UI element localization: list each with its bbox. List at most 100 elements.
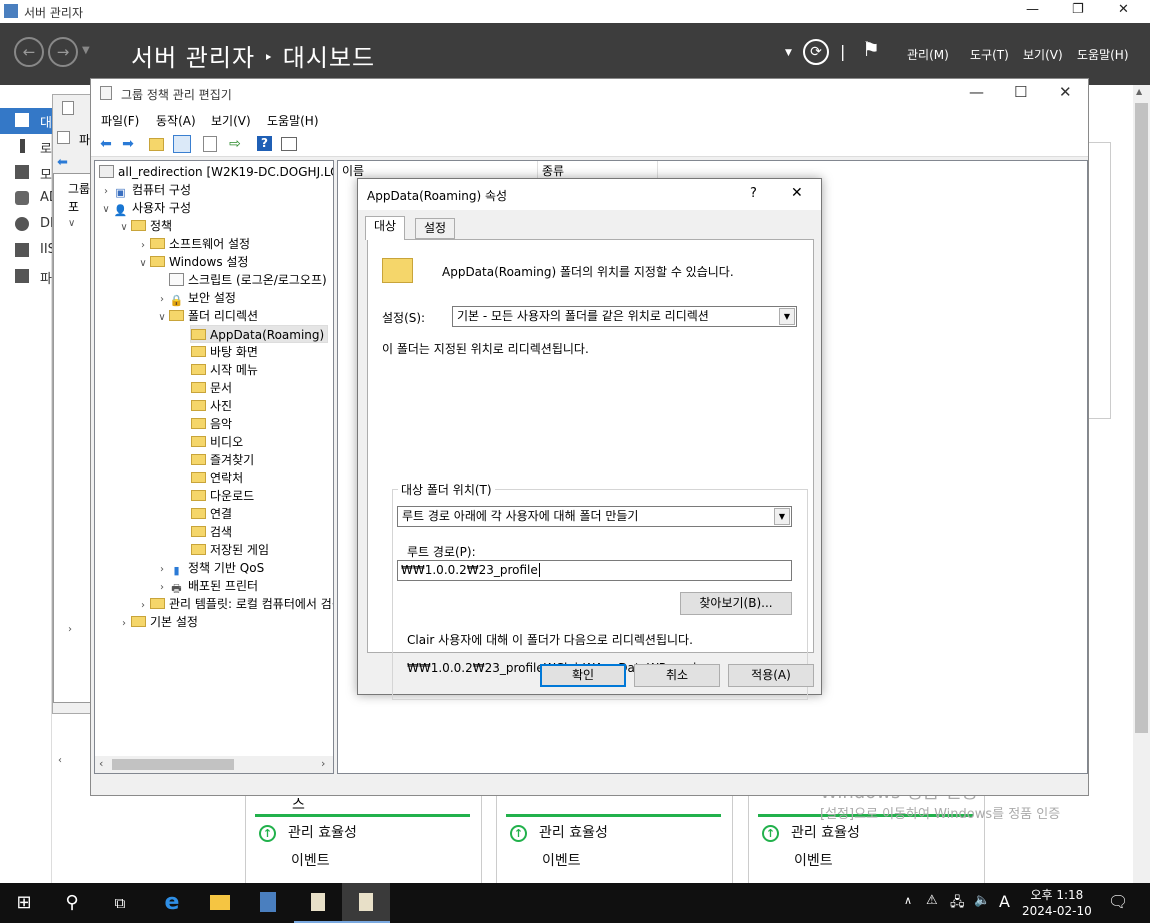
chevron-down-icon[interactable]: ∨	[68, 218, 75, 229]
scroll-thumb[interactable]	[1135, 103, 1148, 733]
menu-action[interactable]: 동작(A)	[156, 112, 196, 129]
card-row-events[interactable]: 이벤트	[542, 850, 581, 870]
sidebar-item-ad[interactable]: AD	[0, 186, 59, 212]
tree-security-settings[interactable]: › 🔒 보안 설정	[155, 289, 236, 307]
notifications-icon[interactable]: 🗨	[1108, 892, 1128, 911]
tree-user-config[interactable]: ∨ 👤 사용자 구성	[99, 199, 191, 217]
ie-icon[interactable]: e	[148, 883, 196, 923]
maximize-button[interactable]: ❐	[1072, 2, 1084, 17]
tab-settings[interactable]: 설정	[415, 218, 456, 239]
export-list-icon[interactable]: ⇨	[226, 135, 244, 153]
forward-button[interactable]: →	[48, 37, 78, 67]
volume-icon[interactable]: 🔈	[974, 893, 990, 908]
menu-help[interactable]: 도움말(H)	[1077, 46, 1129, 63]
close-button[interactable]: ✕	[1059, 83, 1072, 101]
tree-qos[interactable]: › ▮ 정책 기반 QoS	[155, 559, 264, 577]
tree-folder-appdata[interactable]: AppData(Roaming)	[190, 325, 329, 343]
cancel-button[interactable]: 취소	[634, 664, 720, 687]
tree-folder-favorites[interactable]: 즐겨찾기	[191, 451, 254, 469]
help-icon[interactable]: ?	[257, 136, 272, 151]
tree-folder-redirection[interactable]: ∨ 폴더 리디렉션	[155, 307, 258, 325]
action-center-alert-icon[interactable]: ⚠	[926, 893, 938, 908]
menu-view[interactable]: 보기(V)	[1023, 46, 1063, 63]
mmc-view-icon[interactable]	[281, 137, 297, 151]
back-button[interactable]: ←	[14, 37, 44, 67]
card-row-events[interactable]: 이벤트	[794, 850, 833, 870]
ok-button[interactable]: 확인	[540, 664, 626, 687]
notifications-flag-icon[interactable]: ⚑	[862, 37, 880, 61]
tree-software-settings[interactable]: › 소프트웨어 설정	[136, 235, 250, 253]
chevron-down-icon[interactable]: ∨	[155, 309, 169, 327]
scroll-up-icon[interactable]: ▲	[1136, 87, 1142, 96]
tree-computer-config[interactable]: › ▣ 컴퓨터 구성	[99, 181, 191, 199]
gpme-taskbar-icon[interactable]	[342, 883, 390, 923]
tree-windows-settings[interactable]: ∨ Windows 설정	[136, 253, 248, 271]
server-manager-taskbar-icon[interactable]	[244, 883, 292, 923]
tree-folder-links[interactable]: 연결	[191, 505, 232, 523]
scroll-left-icon[interactable]: ‹	[58, 755, 62, 766]
sidebar-item-iis[interactable]: IIS	[0, 238, 56, 264]
file-explorer-icon[interactable]	[196, 883, 244, 923]
help-button[interactable]: ?	[750, 186, 757, 201]
sidebar-item-dns[interactable]: DN	[0, 212, 60, 238]
show-hide-tree-icon[interactable]	[173, 135, 191, 153]
root-path-input[interactable]: ₩₩1.0.0.2₩23_profile	[397, 560, 792, 581]
tree-printers[interactable]: › 🖶 배포된 프린터	[155, 577, 258, 595]
chevron-down-icon[interactable]: ∨	[99, 201, 113, 219]
apply-button[interactable]: 적용(A)	[728, 664, 814, 687]
menu-tools[interactable]: 도구(T)	[970, 46, 1009, 63]
dropdown-arrow-icon[interactable]: ▼	[779, 308, 795, 325]
ime-indicator[interactable]: A	[999, 892, 1010, 911]
sidebar-item-dashboard[interactable]: 대	[0, 108, 52, 134]
tree-folder-music[interactable]: 음악	[191, 415, 232, 433]
forward-icon[interactable]: ➡	[119, 135, 137, 153]
refresh-icon[interactable]: ⟳	[803, 39, 829, 65]
tree-folder-start-menu[interactable]: 시작 메뉴	[191, 361, 258, 379]
tree-folder-downloads[interactable]: 다운로드	[191, 487, 254, 505]
sidebar-item-all-servers[interactable]: 모	[0, 160, 52, 186]
sidebar-item-file-services[interactable]: 파	[0, 264, 52, 290]
tab-target[interactable]: 대상	[365, 216, 406, 240]
maximize-button[interactable]: ☐	[1014, 83, 1027, 101]
card-row-manageability[interactable]: ↑ 관리 효율성	[762, 822, 860, 842]
refresh-dropdown-icon[interactable]: ▼	[785, 48, 792, 58]
tree-horizontal-scrollbar[interactable]: ‹ ›	[95, 756, 333, 773]
bg-tree-item[interactable]: 포	[68, 198, 79, 215]
menu-manage[interactable]: 관리(M)	[907, 46, 949, 63]
network-icon[interactable]: 🖧	[950, 893, 965, 915]
history-dropdown-icon[interactable]: ▼	[82, 45, 90, 56]
sidebar-item-local-server[interactable]: 로	[0, 134, 52, 160]
tree-scripts[interactable]: 스크립트 (로그온/로그오프)	[155, 271, 327, 289]
tree-folder-saved-games[interactable]: 저장된 게임	[191, 541, 269, 559]
task-view-icon[interactable]: ⧉	[96, 883, 144, 923]
card-row-manageability[interactable]: ↑ 관리 효율성	[510, 822, 608, 842]
tree-root[interactable]: all_redirection [W2K19-DC.DOGHJ.LOCAL]	[99, 163, 333, 181]
vertical-scrollbar[interactable]: ▲	[1133, 85, 1150, 883]
tree-folder-documents[interactable]: 문서	[191, 379, 232, 397]
dropdown-arrow-icon[interactable]: ▼	[774, 508, 790, 525]
chevron-right-icon[interactable]: ›	[117, 615, 131, 633]
back-icon[interactable]: ⬅	[97, 135, 115, 153]
start-button[interactable]: ⊞	[0, 883, 48, 923]
target-location-select[interactable]: 루트 경로 아래에 각 사용자에 대해 폴더 만들기 ▼	[397, 506, 792, 527]
scroll-thumb[interactable]	[112, 759, 234, 770]
minimize-button[interactable]: —	[969, 83, 984, 101]
search-icon[interactable]: ⚲	[48, 883, 96, 923]
close-button[interactable]: ✕	[791, 185, 803, 201]
bg-tree-item[interactable]: 그룹	[68, 180, 90, 197]
card-row-manageability[interactable]: ↑ 관리 효율성	[259, 822, 357, 842]
tree-folder-pictures[interactable]: 사진	[191, 397, 232, 415]
tree-folder-desktop[interactable]: 바탕 화면	[191, 343, 258, 361]
scroll-right-icon[interactable]: ›	[321, 757, 325, 770]
chevron-right-icon[interactable]: ›	[68, 624, 72, 635]
tree-folder-searches[interactable]: 검색	[191, 523, 232, 541]
chevron-down-icon[interactable]: ∨	[136, 255, 150, 273]
bg-menu[interactable]: 파	[79, 131, 90, 148]
tree-folder-videos[interactable]: 비디오	[191, 433, 243, 451]
chevron-down-icon[interactable]: ∨	[117, 219, 131, 237]
show-hidden-icons[interactable]: ∧	[904, 894, 912, 907]
scroll-left-icon[interactable]: ‹	[99, 757, 103, 770]
menu-view[interactable]: 보기(V)	[211, 112, 251, 129]
up-folder-icon[interactable]	[149, 138, 164, 151]
setting-select[interactable]: 기본 - 모든 사용자의 폴더를 같은 위치로 리디렉션 ▼	[452, 306, 797, 327]
